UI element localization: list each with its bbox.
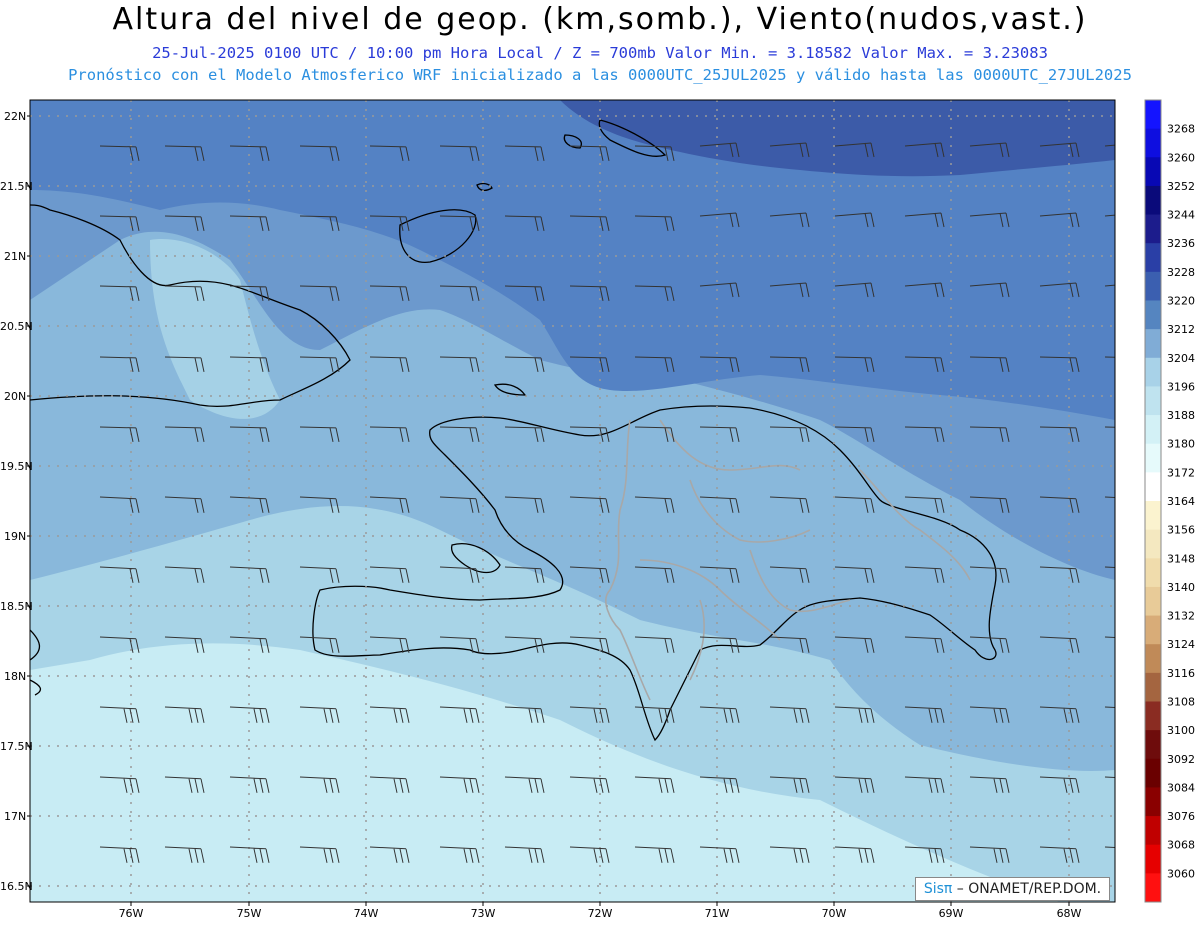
colorbar-label: 3108 — [1167, 696, 1195, 709]
colorbar-label: 3148 — [1167, 552, 1195, 565]
colorbar-label: 3204 — [1167, 352, 1195, 365]
colorbar-swatch — [1145, 271, 1161, 301]
lon-label: 74W — [354, 907, 379, 920]
colorbar-label: 3220 — [1167, 295, 1195, 308]
colorbar-label: 3188 — [1167, 409, 1195, 422]
colorbar-swatch — [1145, 214, 1161, 244]
colorbar-swatch — [1145, 844, 1161, 874]
colorbar-swatch — [1145, 357, 1161, 387]
colorbar-swatch — [1145, 185, 1161, 216]
lon-label: 70W — [822, 907, 847, 920]
credit-brand: Sisπ — [923, 881, 953, 897]
colorbar-label: 3132 — [1167, 610, 1195, 623]
colorbar-label: 3084 — [1167, 781, 1195, 794]
colorbar-label: 3212 — [1167, 323, 1195, 336]
lat-label: 22N — [4, 110, 26, 123]
colorbar-swatch — [1145, 128, 1161, 158]
colorbar-swatch — [1145, 787, 1161, 817]
colorbar-label: 3116 — [1167, 667, 1195, 680]
colorbar-label: 3092 — [1167, 753, 1195, 766]
colorbar-swatch — [1145, 243, 1161, 273]
lon-label: 73W — [471, 907, 496, 920]
colorbar-swatch — [1145, 758, 1161, 788]
colorbar-label: 3156 — [1167, 524, 1195, 537]
colorbar-swatch — [1145, 157, 1161, 187]
lat-label: 18N — [4, 670, 26, 683]
colorbar-swatch — [1145, 472, 1161, 502]
colorbar-label: 3172 — [1167, 466, 1195, 479]
colorbar-label: 3124 — [1167, 638, 1195, 651]
lon-label: 69W — [939, 907, 964, 920]
credit-text: – ONAMET/REP.DOM. — [952, 881, 1102, 897]
lat-label: 19N — [4, 530, 26, 543]
colorbar: 3268 3260 3252 3244 3236 3228 3220 3212 3204 3196… — [1144, 99, 1195, 903]
credit-box: Sisπ – ONAMET/REP.DOM. — [915, 877, 1110, 901]
geopotential-map: 22N 21.5N 21N 20.5N 20N 19.5N 19N 18.5N … — [0, 99, 1195, 920]
colorbar-label: 3100 — [1167, 724, 1195, 737]
colorbar-label: 3244 — [1167, 209, 1195, 222]
colorbar-swatch — [1145, 501, 1161, 531]
lat-axis: 22N 21.5N 21N 20.5N 20N 19.5N 19N 18.5N … — [0, 110, 33, 893]
colorbar-swatch — [1145, 586, 1161, 617]
colorbar-label: 3068 — [1167, 839, 1195, 852]
colorbar-label: 3252 — [1167, 180, 1195, 193]
colorbar-swatch — [1145, 672, 1161, 702]
colorbar-swatch — [1145, 443, 1161, 473]
colorbar-swatch — [1145, 415, 1161, 445]
colorbar-swatch — [1145, 386, 1161, 416]
colorbar-swatch — [1145, 558, 1161, 588]
lon-label: 72W — [588, 907, 613, 920]
lon-label: 68W — [1057, 907, 1082, 920]
colorbar-label: 3196 — [1167, 380, 1195, 393]
lat-label: 17N — [4, 810, 26, 823]
colorbar-swatch — [1145, 529, 1161, 559]
colorbar-label: 3236 — [1167, 237, 1195, 250]
lon-label: 76W — [119, 907, 144, 920]
colorbar-swatch — [1145, 100, 1161, 130]
colorbar-swatch — [1145, 615, 1161, 645]
colorbar-swatch — [1145, 816, 1161, 846]
colorbar-label: 3164 — [1167, 495, 1195, 508]
lat-label: 20N — [4, 390, 26, 403]
colorbar-label: 3060 — [1167, 867, 1195, 880]
colorbar-swatch — [1145, 644, 1161, 674]
colorbar-label: 3180 — [1167, 438, 1195, 451]
colorbar-swatch — [1145, 329, 1161, 359]
shaded-field — [30, 100, 1115, 902]
colorbar-swatch — [1145, 873, 1161, 903]
lon-axis: 76W 75W 74W 73W 72W 71W 70W 69W 68W — [119, 902, 1082, 920]
lat-label: 21N — [4, 250, 26, 263]
colorbar-label: 3260 — [1167, 151, 1195, 164]
colorbar-swatch — [1145, 701, 1161, 731]
colorbar-label: 3228 — [1167, 266, 1195, 279]
lon-label: 75W — [237, 907, 262, 920]
lon-label: 71W — [705, 907, 730, 920]
colorbar-swatch — [1145, 300, 1161, 330]
colorbar-label: 3140 — [1167, 581, 1195, 594]
colorbar-label: 3076 — [1167, 810, 1195, 823]
colorbar-label: 3268 — [1167, 123, 1195, 136]
colorbar-swatch — [1145, 730, 1161, 760]
